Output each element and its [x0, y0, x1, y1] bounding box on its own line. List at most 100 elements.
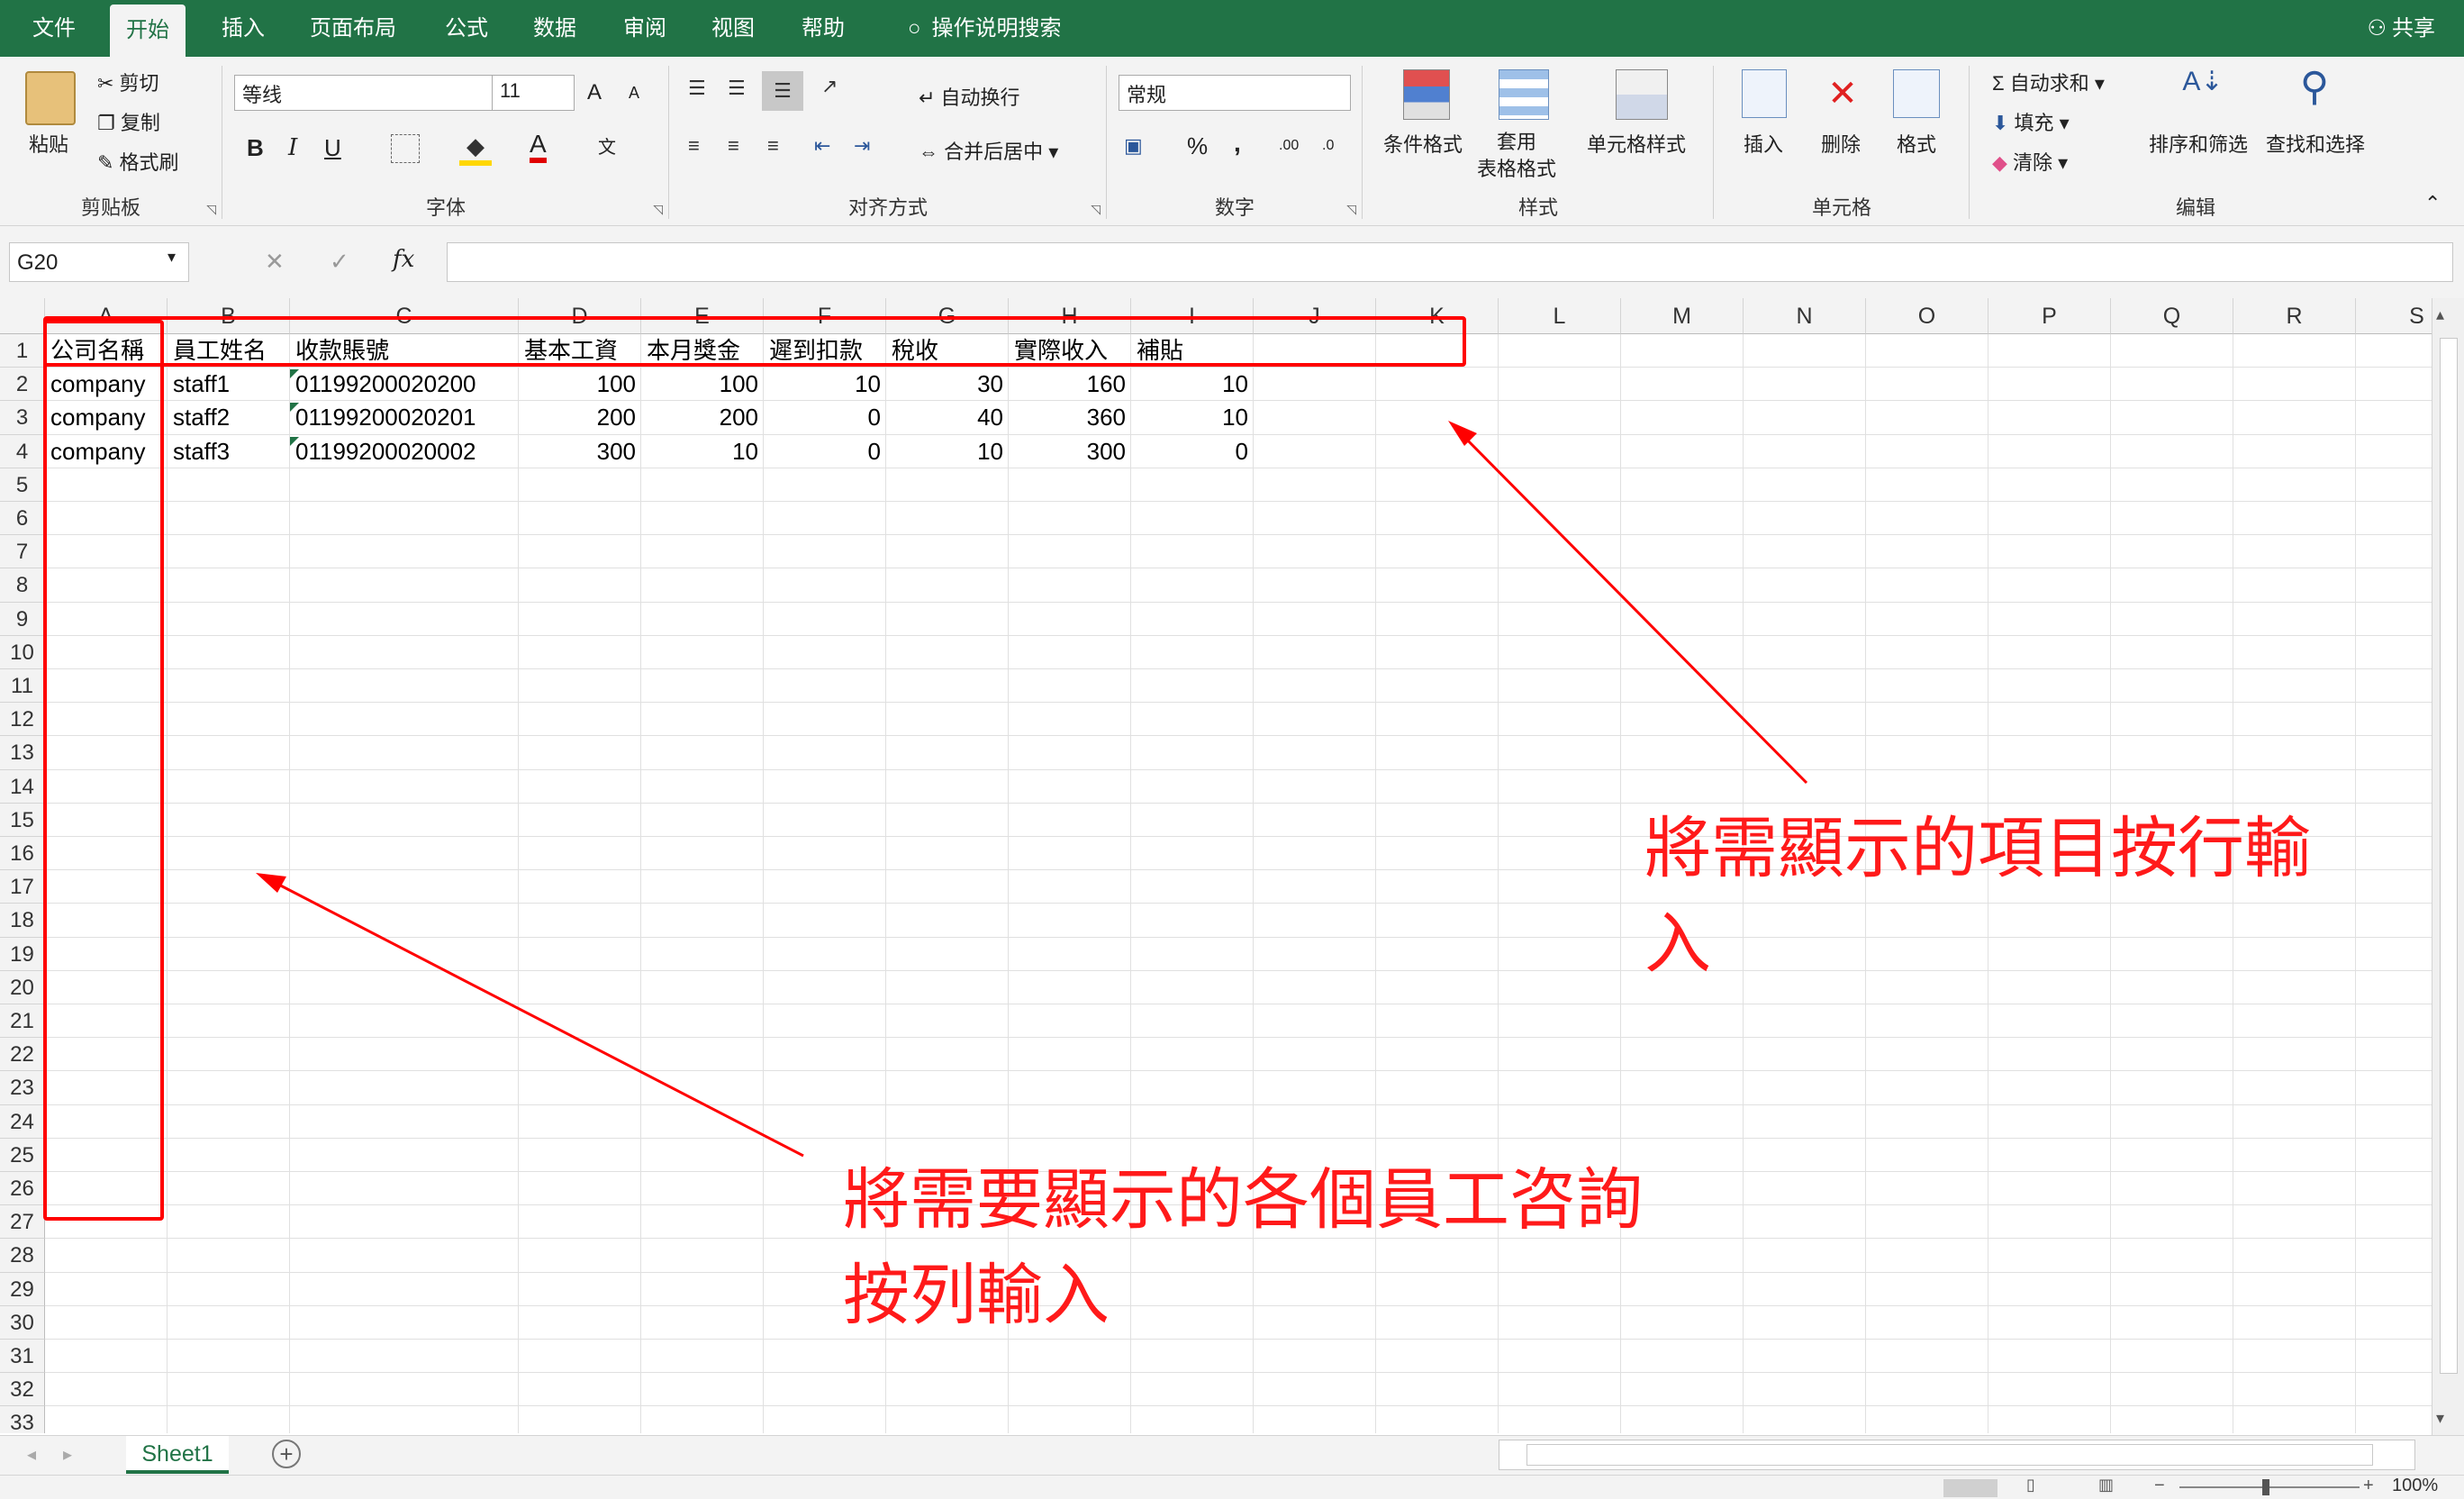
autosum-button[interactable]: Σ 自动求和 ▾ — [1992, 68, 2105, 96]
cell-h4[interactable]: 300 — [1009, 435, 1131, 468]
normal-view-icon[interactable] — [1943, 1479, 1997, 1497]
number-format-select[interactable]: 常规 — [1119, 75, 1351, 111]
cell-c2[interactable]: 01199200020200 — [290, 368, 519, 401]
cancel-button[interactable]: ✕ — [265, 248, 285, 276]
scroll-up-icon[interactable]: ▴ — [2436, 305, 2444, 324]
decrease-decimal-button[interactable]: .0 — [1322, 138, 1334, 154]
zoom-slider-thumb[interactable] — [2262, 1479, 2269, 1495]
row-header-14[interactable]: 14 — [0, 769, 45, 804]
worksheet-grid[interactable]: ABCDEFGHIJKLMNOPQRS 1 2 3 4 5 6 7 8 9 10 11 12 13 14 1… — [0, 298, 2464, 1433]
vertical-scroll-thumb[interactable] — [2440, 338, 2458, 1374]
row-header-10[interactable]: 10 — [0, 635, 45, 669]
tab-help[interactable]: 帮助 — [785, 0, 861, 57]
row-header-22[interactable]: 22 — [0, 1038, 45, 1072]
cell-e4[interactable]: 10 — [641, 435, 764, 468]
tab-home[interactable]: 开始 — [110, 5, 186, 57]
name-box[interactable]: G20 — [9, 242, 189, 282]
column-header-m[interactable]: M — [1621, 298, 1744, 334]
tab-page-layout[interactable]: 页面布局 — [294, 0, 412, 57]
row-header-13[interactable]: 13 — [0, 736, 45, 770]
dialog-launcher-icon[interactable]: ◹ — [1346, 202, 1356, 217]
share-button[interactable]: ⚇ 共享 — [2367, 0, 2435, 57]
cell-f2[interactable]: 10 — [764, 368, 886, 401]
fill-color-icon[interactable]: ◆ — [459, 132, 492, 166]
zoom-level[interactable]: 100% — [2392, 1476, 2438, 1496]
row-header-27[interactable]: 27 — [0, 1205, 45, 1240]
fill-button[interactable]: ⬇ 填充 ▾ — [1992, 107, 2070, 136]
row-header-3[interactable]: 3 — [0, 401, 45, 435]
borders-icon[interactable] — [391, 134, 420, 163]
add-sheet-button[interactable]: + — [272, 1440, 301, 1468]
cell-i3[interactable]: 10 — [1131, 401, 1254, 434]
column-header-o[interactable]: O — [1866, 298, 1988, 334]
tab-data[interactable]: 数据 — [517, 0, 593, 57]
column-header-q[interactable]: Q — [2111, 298, 2233, 334]
insert-function-button[interactable]: fx — [393, 246, 414, 273]
vertical-scrollbar[interactable]: ▴ ▾ — [2432, 298, 2464, 1435]
row-header-20[interactable]: 20 — [0, 970, 45, 1004]
column-header-n[interactable]: N — [1744, 298, 1866, 334]
prev-sheet-icon[interactable]: ◂ — [27, 1443, 36, 1466]
font-color-button[interactable]: A — [530, 131, 547, 163]
row-header-30[interactable]: 30 — [0, 1305, 45, 1340]
cell-f3[interactable]: 0 — [764, 401, 886, 434]
increase-decimal-button[interactable]: .00 — [1279, 138, 1299, 154]
format-cells-button[interactable]: 格式 — [1897, 129, 1936, 158]
decrease-indent-icon[interactable]: ⇤ — [814, 134, 830, 158]
wrap-text-button[interactable]: ↵ 自动换行 — [919, 82, 1020, 111]
merge-center-button[interactable]: ⇔ 合并后居中 ▾ — [919, 136, 1058, 165]
scroll-down-icon[interactable]: ▾ — [2436, 1409, 2444, 1428]
cell-h2[interactable]: 160 — [1009, 368, 1131, 401]
phonetic-button[interactable]: 文 — [598, 132, 616, 159]
cell-c4[interactable]: 01199200020002 — [290, 435, 519, 468]
copy-button[interactable]: ❐ 复制 — [97, 107, 160, 136]
clear-button[interactable]: ◆ 清除 ▾ — [1992, 147, 2068, 176]
dialog-launcher-icon[interactable]: ◹ — [1091, 202, 1101, 217]
increase-indent-icon[interactable]: ⇥ — [854, 134, 870, 158]
tell-me-search[interactable]: ○ 操作说明搜索 — [892, 0, 1078, 57]
zoom-in-icon[interactable]: + — [2363, 1476, 2374, 1496]
row-header-21[interactable]: 21 — [0, 1004, 45, 1039]
row-header-26[interactable]: 26 — [0, 1172, 45, 1206]
cell-h3[interactable]: 360 — [1009, 401, 1131, 434]
cell-d4[interactable]: 300 — [519, 435, 641, 468]
row-header-5[interactable]: 5 — [0, 468, 45, 502]
percent-button[interactable]: % — [1187, 132, 1208, 160]
row-header-19[interactable]: 19 — [0, 937, 45, 971]
sheet-tab-sheet1[interactable]: Sheet1 — [126, 1436, 229, 1474]
cell-d3[interactable]: 200 — [519, 401, 641, 434]
column-header-p[interactable]: P — [1988, 298, 2111, 334]
row-header-9[interactable]: 9 — [0, 602, 45, 636]
row-header-25[interactable]: 25 — [0, 1138, 45, 1172]
cell-styles-button[interactable]: 单元格样式 — [1587, 129, 1686, 158]
accounting-format-icon[interactable]: ▣ — [1124, 134, 1143, 158]
cell-c3[interactable]: 01199200020201 — [290, 401, 519, 434]
paste-button[interactable]: 粘贴 — [29, 129, 68, 158]
horizontal-scrollbar[interactable] — [1499, 1440, 2415, 1470]
italic-button[interactable]: I — [288, 134, 297, 161]
align-middle-icon[interactable]: ☰ — [728, 77, 746, 100]
align-bottom-icon[interactable]: ☰ — [762, 71, 803, 111]
cell-b4[interactable]: staff3 — [168, 435, 290, 468]
cell-i4[interactable]: 0 — [1131, 435, 1254, 468]
cell-e2[interactable]: 100 — [641, 368, 764, 401]
delete-cells-button[interactable]: 删除 — [1821, 129, 1861, 158]
collapse-ribbon-icon[interactable]: ⌃ — [2424, 192, 2441, 215]
row-header-2[interactable]: 2 — [0, 368, 45, 402]
name-box-dropdown-icon[interactable]: ▾ — [168, 248, 176, 267]
underline-button[interactable]: U — [324, 134, 341, 162]
row-header-17[interactable]: 17 — [0, 870, 45, 904]
shrink-font-button[interactable]: A — [629, 84, 639, 103]
page-break-view-icon[interactable]: ▥ — [2098, 1476, 2114, 1494]
page-layout-view-icon[interactable]: ▯ — [2026, 1476, 2035, 1494]
row-header-7[interactable]: 7 — [0, 535, 45, 569]
grow-font-button[interactable]: A — [587, 80, 602, 105]
row-header-29[interactable]: 29 — [0, 1272, 45, 1306]
cell-b2[interactable]: staff1 — [168, 368, 290, 401]
align-right-icon[interactable]: ≡ — [767, 134, 779, 158]
row-header-12[interactable]: 12 — [0, 703, 45, 737]
font-name-select[interactable]: 等线 — [234, 75, 495, 111]
find-select-button[interactable]: 查找和选择 — [2266, 129, 2365, 158]
tab-formulas[interactable]: 公式 — [429, 0, 504, 57]
row-header-11[interactable]: 11 — [0, 669, 45, 704]
